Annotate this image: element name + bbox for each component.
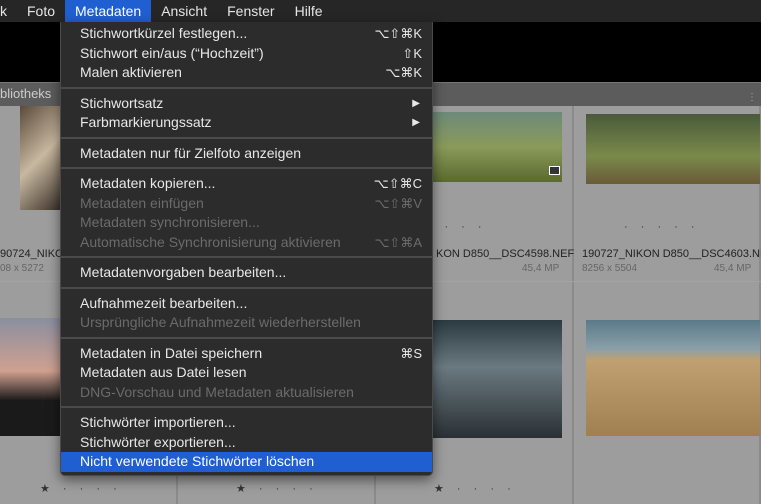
menu-item: Ursprüngliche Aufnahmezeit wiederherstel…: [61, 313, 432, 333]
menu-separator: [61, 256, 432, 258]
filename: KON D850__DSC4598.NEF: [436, 248, 575, 260]
submenu-arrow-icon: ▶: [412, 97, 420, 109]
menu-item-label: Metadaten kopieren...: [80, 175, 216, 191]
filename: 190727_NIKON D850__DSC4603.NEF: [582, 248, 761, 260]
menu-item[interactable]: Malen aktivieren ⌥⌘K: [61, 63, 432, 83]
shortcut: ⇧K: [402, 45, 422, 61]
thumbnail[interactable]: [432, 112, 562, 182]
menu-ansicht[interactable]: Ansicht: [151, 0, 217, 22]
menu-item[interactable]: Stichwortsatz ▶: [61, 94, 432, 114]
menu-metadaten[interactable]: Metadaten: [65, 0, 152, 22]
menu-item[interactable]: Stichwörter importieren...: [61, 413, 432, 433]
menu-separator: [61, 136, 432, 139]
menu-item-label: Automatische Synchronisierung aktivieren: [80, 233, 341, 250]
menu-item[interactable]: Stichwortkürzel festlegen... ⌥⇧⌘K: [61, 24, 432, 44]
thumbnail[interactable]: [0, 318, 60, 436]
menu-item-label: Stichwortsatz: [80, 94, 164, 111]
shortcut: ⌥⌘K: [385, 65, 422, 80]
menu-hilfe[interactable]: Hilfe: [285, 0, 333, 22]
menu-item-label: Metadaten in Datei speichern: [80, 344, 263, 361]
shortcut: ⌘S: [400, 345, 422, 361]
grid-cell[interactable]: · · · · · 190727_NIKON D850__DSC4603.NEF…: [574, 106, 761, 281]
menu-item-label: DNG-Vorschau und Metadaten aktualisieren: [80, 383, 354, 400]
rating-dots[interactable]: · · · · ·: [624, 221, 700, 233]
menu-library[interactable]: k: [0, 0, 17, 22]
megapixels: 45,4 MP: [714, 263, 752, 274]
menu-item-label: Nicht verwendete Stichwörter löschen: [80, 453, 315, 469]
menu-separator: [61, 336, 432, 339]
submenu-arrow-icon: ▶: [412, 117, 420, 128]
menu-separator: [61, 286, 432, 289]
menu-item[interactable]: Metadaten aus Datei lesen: [61, 363, 432, 383]
menu-item[interactable]: Metadaten kopieren... ⌥⇧⌘C: [61, 174, 432, 194]
menu-item-label: Metadaten einfügen: [80, 194, 204, 211]
shortcut: ⌥⇧⌘C: [373, 176, 422, 191]
menu-separator: [61, 86, 432, 89]
menu-item-label: Metadaten nur für Zielfoto anzeigen: [80, 144, 302, 161]
menu-item: Metadaten einfügen ⌥⇧⌘V: [61, 194, 432, 214]
menu-item[interactable]: Nicht verwendete Stichwörter löschen: [61, 452, 432, 472]
menu-item[interactable]: Farbmarkierungssatz ▶: [61, 113, 432, 133]
menu-item-label: Metadaten aus Datei lesen: [80, 364, 247, 380]
menu-item-label: Stichwortkürzel festlegen...: [80, 25, 248, 41]
menu-item[interactable]: Metadatenvorgaben bearbeiten...: [61, 263, 432, 283]
menu-item[interactable]: Stichwörter exportieren...: [61, 433, 432, 453]
menu-item-label: Metadaten synchronisieren...: [80, 214, 260, 230]
shortcut: ⌥⇧⌘V: [374, 195, 422, 211]
menu-item-label: Stichwörter exportieren...: [80, 433, 236, 450]
menu-item-label: Ursprüngliche Aufnahmezeit wiederherstel…: [80, 314, 361, 330]
metadaten-dropdown-menu: Stichwortkürzel festlegen... ⌥⇧⌘K Stichwor…: [60, 22, 433, 476]
megapixels: 45,4 MP: [522, 263, 560, 274]
menu-item-label: Metadatenvorgaben bearbeiten...: [80, 264, 287, 280]
menu-foto[interactable]: Foto: [17, 0, 65, 22]
menu-bar: k Foto Metadaten Ansicht Fenster Hilfe: [0, 0, 761, 22]
menu-fenster[interactable]: Fenster: [217, 0, 284, 22]
thumbnail[interactable]: [432, 320, 562, 438]
menu-separator: [61, 406, 432, 408]
thumbnail[interactable]: [586, 320, 760, 436]
menu-item-label: Stichwort ein/aus (“Hochzeit”): [80, 44, 264, 61]
dimensions: 08 x 5272: [0, 263, 44, 274]
menu-item[interactable]: Metadaten in Datei speichern ⌘S: [61, 344, 432, 364]
shortcut: ⌥⇧⌘A: [374, 234, 422, 250]
menu-item-label: Farbmarkierungssatz: [80, 114, 212, 130]
menu-item-label: Aufnahmezeit bearbeiten...: [80, 294, 248, 311]
menu-item[interactable]: Stichwort ein/aus (“Hochzeit”) ⇧K: [61, 44, 432, 64]
shortcut: ⌥⇧⌘K: [374, 26, 422, 41]
thumbnail[interactable]: [586, 114, 760, 184]
menu-item-label: Malen aktivieren: [80, 64, 182, 80]
rating-stars[interactable]: ★ · · · ·: [236, 482, 318, 495]
menu-item: Metadaten synchronisieren...: [61, 213, 432, 233]
edited-badge-icon: [549, 166, 560, 175]
menu-item: DNG-Vorschau und Metadaten aktualisieren: [61, 383, 432, 403]
dimensions: 8256 x 5504: [582, 263, 638, 274]
menu-item-label: Stichwörter importieren...: [80, 414, 236, 430]
grid-cell[interactable]: [574, 282, 761, 504]
menu-item[interactable]: Aufnahmezeit bearbeiten...: [61, 294, 432, 314]
thumbnail[interactable]: [20, 106, 60, 210]
library-filter-label[interactable]: bliotheks: [0, 86, 51, 101]
menu-item: Automatische Synchronisierung aktivieren…: [61, 233, 432, 253]
rating-stars[interactable]: ★ · · · ·: [434, 482, 516, 495]
rating-stars[interactable]: ★ · · · ·: [40, 482, 122, 495]
menu-item[interactable]: Metadaten nur für Zielfoto anzeigen: [61, 144, 432, 164]
menu-separator: [61, 167, 432, 169]
